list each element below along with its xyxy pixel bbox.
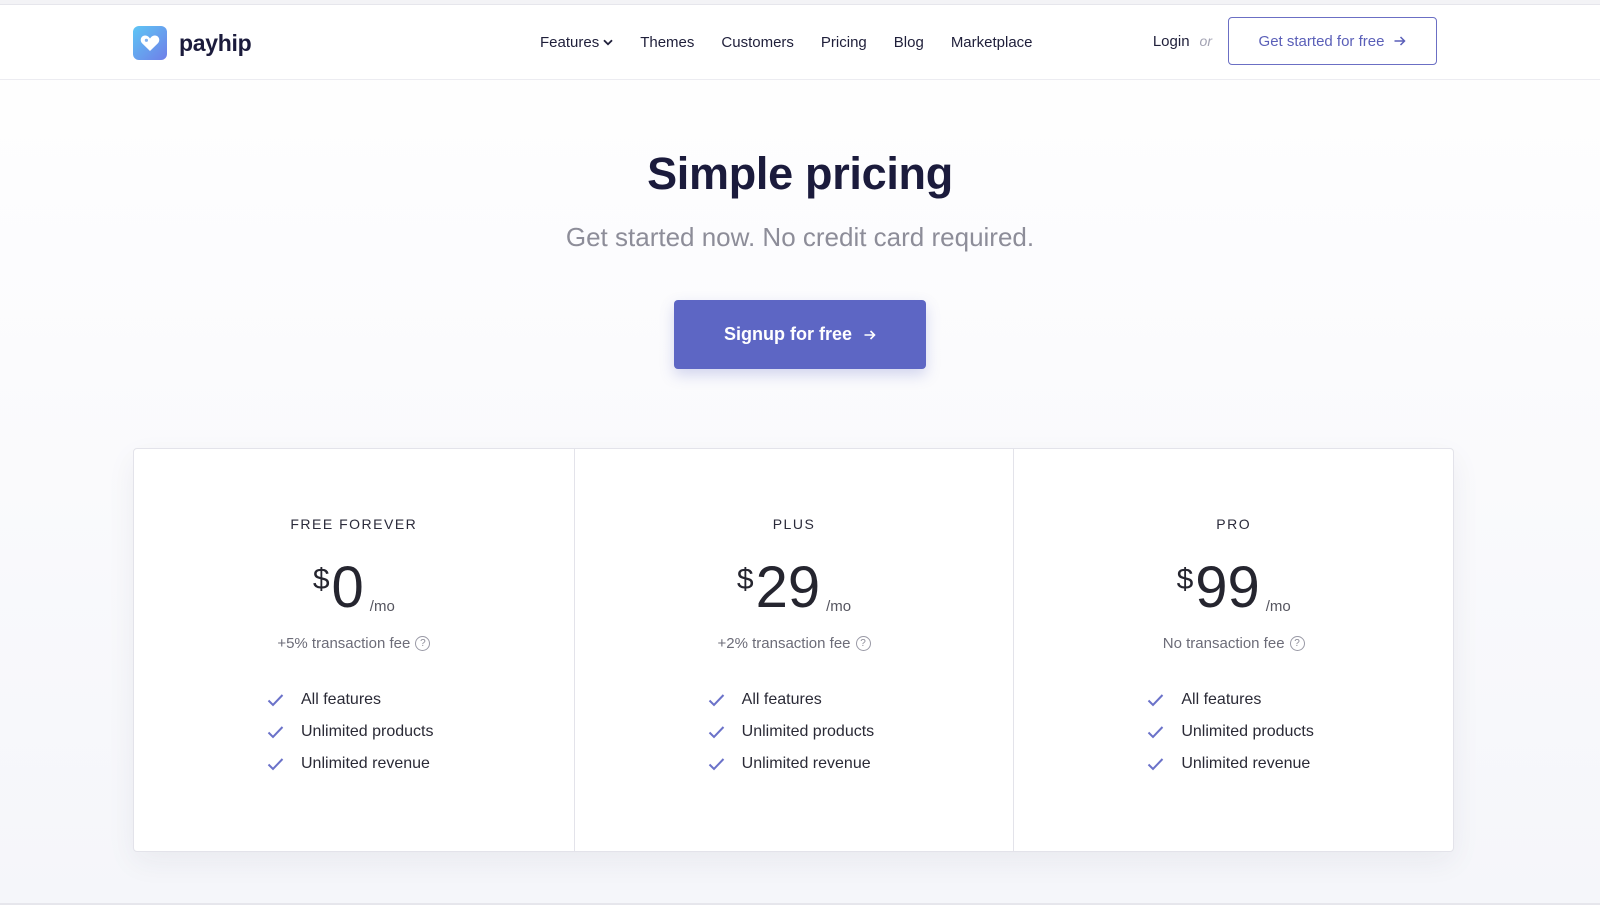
- nav-item-blog[interactable]: Blog: [894, 34, 924, 51]
- plan-card-plus: PLUS $ 29 /mo +2% transaction fee ? All …: [573, 449, 1014, 851]
- site-header: payhip Features Themes Customers Pricing…: [0, 5, 1600, 80]
- nav-item-customers[interactable]: Customers: [721, 34, 794, 51]
- arrow-right-icon: [1394, 36, 1406, 46]
- feature-list: All features Unlimited products Unlimite…: [267, 684, 434, 780]
- plan-card-free: FREE FOREVER $ 0 /mo +5% transaction fee…: [134, 449, 574, 851]
- or-separator: or: [1199, 33, 1212, 49]
- list-item: Unlimited revenue: [708, 748, 875, 780]
- feature-list: All features Unlimited products Unlimite…: [1147, 684, 1314, 780]
- price-period: /mo: [1265, 598, 1291, 615]
- list-item: Unlimited products: [267, 716, 434, 748]
- arrow-right-icon: [864, 329, 876, 340]
- list-item: All features: [267, 684, 434, 716]
- price-amount: 0: [331, 555, 364, 620]
- nav-item-pricing[interactable]: Pricing: [821, 34, 867, 51]
- transaction-fee: +2% transaction fee ?: [575, 635, 1014, 652]
- plan-card-pro: PRO $ 99 /mo No transaction fee ? All fe…: [1013, 449, 1453, 851]
- main-nav: Features Themes Customers Pricing Blog M…: [540, 5, 1033, 80]
- list-item: Unlimited products: [1147, 716, 1314, 748]
- get-started-label: Get started for free: [1258, 32, 1385, 50]
- price-amount: 99: [1195, 555, 1260, 620]
- nav-item-label: Features: [540, 34, 600, 51]
- nav-item-marketplace[interactable]: Marketplace: [951, 34, 1033, 51]
- price-currency: $: [1176, 563, 1194, 596]
- list-item: All features: [708, 684, 875, 716]
- check-icon: [708, 758, 724, 771]
- list-item: Unlimited revenue: [1147, 748, 1314, 780]
- check-icon: [708, 726, 724, 739]
- nav-item-themes[interactable]: Themes: [640, 34, 694, 51]
- list-item: Unlimited revenue: [267, 748, 434, 780]
- plan-price: $ 0 /mo: [134, 559, 574, 617]
- price-currency: $: [312, 563, 330, 596]
- check-icon: [1148, 694, 1164, 707]
- signup-button[interactable]: Signup for free: [674, 300, 926, 369]
- feature-list: All features Unlimited products Unlimite…: [708, 684, 875, 780]
- list-item: Unlimited products: [708, 716, 875, 748]
- check-icon: [1148, 726, 1164, 739]
- check-icon: [1148, 758, 1164, 771]
- fee-label: No transaction fee: [1162, 635, 1285, 652]
- login-link[interactable]: Login: [1153, 33, 1190, 50]
- list-item: All features: [1147, 684, 1314, 716]
- feature-label: All features: [301, 691, 382, 708]
- signup-label: Signup for free: [723, 324, 852, 344]
- plan-name: FREE FOREVER: [290, 516, 418, 532]
- plan-price: $ 99 /mo: [1014, 559, 1453, 617]
- check-icon: [267, 726, 284, 739]
- header-actions: Login or Get started for free: [1153, 17, 1437, 65]
- feature-label: Unlimited products: [741, 723, 875, 740]
- heart-tag-icon: [133, 26, 167, 60]
- question-circle-icon[interactable]: ?: [1289, 636, 1305, 651]
- page-title: Simple pricing: [647, 148, 953, 199]
- get-started-button[interactable]: Get started for free: [1228, 17, 1437, 65]
- price-currency: $: [736, 563, 754, 596]
- feature-label: Unlimited revenue: [741, 755, 871, 772]
- feature-label: All features: [1181, 691, 1262, 708]
- price-amount: 29: [755, 555, 821, 620]
- fee-label: +2% transaction fee: [717, 635, 851, 652]
- plan-name: PRO: [1216, 516, 1252, 532]
- price-period: /mo: [826, 598, 852, 615]
- transaction-fee: +5% transaction fee ?: [134, 635, 574, 652]
- plan-price: $ 29 /mo: [575, 559, 1014, 617]
- transaction-fee: No transaction fee ?: [1014, 635, 1453, 652]
- price-period: /mo: [369, 598, 395, 615]
- fee-label: +5% transaction fee: [277, 635, 411, 652]
- feature-label: Unlimited revenue: [1181, 755, 1311, 772]
- feature-label: Unlimited revenue: [301, 755, 430, 772]
- pricing-table: FREE FOREVER $ 0 /mo +5% transaction fee…: [133, 448, 1454, 852]
- check-icon: [267, 758, 284, 771]
- logo[interactable]: payhip: [133, 26, 252, 60]
- feature-label: Unlimited products: [1181, 723, 1314, 740]
- question-circle-icon[interactable]: ?: [415, 636, 431, 651]
- brand-name: payhip: [179, 29, 252, 56]
- chevron-down-icon: [603, 39, 613, 46]
- page-subtitle: Get started now. No credit card required…: [565, 222, 1035, 252]
- nav-item-features[interactable]: Features: [540, 34, 613, 51]
- feature-label: Unlimited products: [301, 723, 434, 740]
- question-circle-icon[interactable]: ?: [855, 636, 871, 651]
- feature-label: All features: [741, 691, 822, 708]
- check-icon: [267, 694, 284, 707]
- check-icon: [708, 694, 724, 707]
- plan-name: PLUS: [772, 516, 816, 532]
